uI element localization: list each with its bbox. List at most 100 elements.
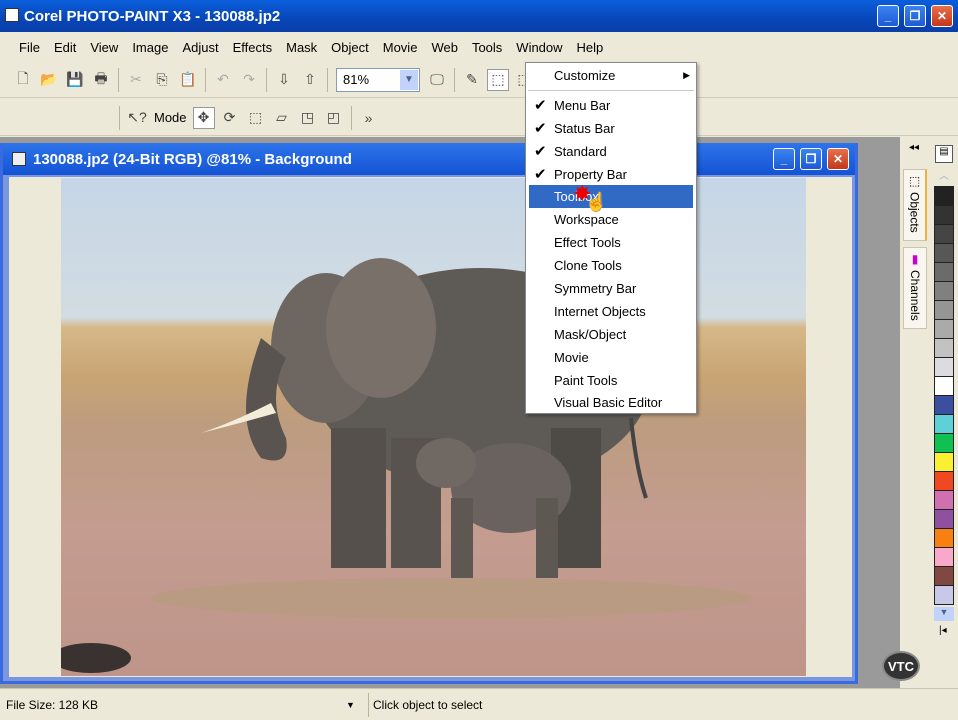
color-swatch[interactable] — [934, 300, 954, 320]
doc-close-button[interactable]: ✕ — [827, 148, 849, 170]
color-swatch[interactable] — [934, 509, 954, 529]
maximize-button[interactable]: ❐ — [904, 5, 926, 27]
menu-item-mask-object[interactable]: Mask/Object — [526, 323, 696, 346]
menu-item-label: Menu Bar — [554, 97, 611, 113]
scale-mode-icon[interactable]: ⬚ — [245, 107, 267, 129]
color-swatch[interactable] — [934, 338, 954, 358]
skew-mode-icon[interactable]: ▱ — [271, 107, 293, 129]
export-icon[interactable]: ⇧ — [299, 69, 321, 91]
palette-scroll-up-icon[interactable]: ︿ — [934, 167, 954, 182]
menu-item-property-bar[interactable]: ✔ Property Bar — [526, 163, 696, 186]
redo-icon[interactable]: ↷ — [238, 69, 260, 91]
minimize-button[interactable]: _ — [877, 5, 899, 27]
menu-web[interactable]: Web — [424, 40, 465, 55]
collapse-dockers-icon[interactable]: ◂◂ — [909, 142, 919, 153]
menu-view[interactable]: View — [83, 40, 125, 55]
color-swatch[interactable] — [934, 243, 954, 263]
zoom-level-select[interactable]: 81% ▼ — [336, 67, 420, 92]
palette-end-icon[interactable]: |◂ — [939, 625, 958, 636]
color-swatch[interactable] — [934, 566, 954, 586]
mouse-cursor-icon: ☝ — [585, 192, 608, 212]
menu-item-movie[interactable]: Movie — [526, 346, 696, 369]
color-swatch[interactable] — [934, 471, 954, 491]
menu-item-toolbox[interactable]: Toolbox — [529, 185, 693, 209]
channels-tab[interactable]: ▮ Channels — [903, 247, 927, 329]
color-swatch[interactable] — [934, 319, 954, 339]
menu-item-label: Mask/Object — [554, 326, 627, 342]
menu-item-menu-bar[interactable]: ✔ Menu Bar — [526, 94, 696, 117]
image-canvas[interactable] — [9, 177, 852, 677]
move-mode-icon[interactable]: ✥ — [192, 106, 215, 129]
color-swatch[interactable] — [934, 281, 954, 301]
document-title: 130088.jp2 (24-Bit RGB) @81% - Backgroun… — [33, 150, 352, 168]
color-swatch[interactable] — [934, 414, 954, 434]
menu-edit[interactable]: Edit — [47, 40, 83, 55]
menu-image[interactable]: Image — [125, 40, 175, 55]
menu-item-standard[interactable]: ✔ Standard — [526, 140, 696, 163]
menu-item-status-bar[interactable]: ✔ Status Bar — [526, 117, 696, 140]
menu-window[interactable]: Window — [509, 40, 569, 55]
distort-mode-icon[interactable]: ◳ — [297, 107, 319, 129]
color-swatch[interactable] — [934, 357, 954, 377]
menu-help[interactable]: Help — [570, 40, 611, 55]
color-swatch[interactable] — [934, 186, 954, 206]
menu-item-label: Property Bar — [554, 166, 627, 182]
brush-icon[interactable]: ✎ — [461, 69, 483, 91]
undo-icon[interactable]: ↶ — [212, 69, 234, 91]
color-swatch[interactable] — [934, 547, 954, 567]
perspective-mode-icon[interactable]: ◰ — [323, 107, 345, 129]
color-swatch[interactable] — [934, 376, 954, 396]
full-screen-preview-icon[interactable]: 🖵 — [426, 69, 448, 91]
doc-maximize-button[interactable]: ❐ — [800, 148, 822, 170]
color-swatch[interactable] — [934, 205, 954, 225]
palette-scroll-down-icon[interactable]: ▼ — [934, 607, 954, 621]
color-swatch[interactable] — [934, 262, 954, 282]
status-dropdown-icon[interactable]: ▼ — [346, 700, 364, 710]
divider — [454, 67, 455, 92]
rotate-mode-icon[interactable]: ⟳ — [219, 107, 241, 129]
mask-marquee-icon[interactable]: ⬚ — [487, 68, 509, 91]
menu-item-customize[interactable]: Customize ▶ — [526, 64, 696, 87]
menu-item-clone-tools[interactable]: Clone Tools — [526, 254, 696, 277]
import-icon[interactable]: ⇩ — [273, 69, 295, 91]
menu-item-effect-tools[interactable]: Effect Tools — [526, 231, 696, 254]
help-pointer-icon[interactable]: ↖? — [126, 107, 148, 129]
objects-tab[interactable]: ⬚ Objects — [903, 169, 927, 241]
palette-options-icon[interactable]: ▤ — [935, 145, 953, 163]
save-icon[interactable]: 💾 — [64, 69, 86, 91]
cut-icon[interactable]: ✂ — [125, 69, 147, 91]
color-swatch[interactable] — [934, 490, 954, 510]
color-swatch[interactable] — [934, 224, 954, 244]
menu-file[interactable]: File — [12, 40, 47, 55]
copy-icon[interactable]: ⎘ — [151, 69, 173, 91]
color-swatch[interactable] — [934, 585, 954, 605]
menu-item-symmetry-bar[interactable]: Symmetry Bar — [526, 277, 696, 300]
more-options-icon[interactable]: » — [358, 107, 380, 129]
color-swatch[interactable] — [934, 528, 954, 548]
menu-item-paint-tools[interactable]: Paint Tools — [526, 369, 696, 392]
checkmark-icon: ✔ — [534, 97, 547, 115]
menu-item-visual-basic-editor[interactable]: Visual Basic Editor — [526, 391, 696, 414]
divider — [327, 67, 328, 92]
close-button[interactable]: ✕ — [931, 5, 953, 27]
paste-icon[interactable]: 📋 — [177, 69, 199, 91]
zoom-value: 81% — [343, 72, 370, 87]
menu-adjust[interactable]: Adjust — [175, 40, 225, 55]
new-icon[interactable]: 🗋 — [12, 69, 34, 91]
open-icon[interactable]: 📂 — [38, 69, 60, 91]
menu-object[interactable]: Object — [324, 40, 376, 55]
doc-minimize-button[interactable]: _ — [773, 148, 795, 170]
objects-icon: ⬚ — [907, 174, 922, 188]
menu-movie[interactable]: Movie — [376, 40, 425, 55]
menu-effects[interactable]: Effects — [226, 40, 280, 55]
divider — [350, 105, 352, 130]
menu-mask[interactable]: Mask — [279, 40, 324, 55]
menu-item-internet-objects[interactable]: Internet Objects — [526, 300, 696, 323]
color-swatch[interactable] — [934, 395, 954, 415]
color-swatch[interactable] — [934, 452, 954, 472]
color-swatch[interactable] — [934, 433, 954, 453]
menu-item-workspace[interactable]: Workspace — [526, 208, 696, 231]
menu-tools[interactable]: Tools — [465, 40, 509, 55]
print-icon[interactable]: 🖶 — [90, 69, 112, 91]
toolbar-items: ✔ Menu Bar ✔ Status Bar ✔ Standard ✔ Property B… — [526, 94, 696, 414]
